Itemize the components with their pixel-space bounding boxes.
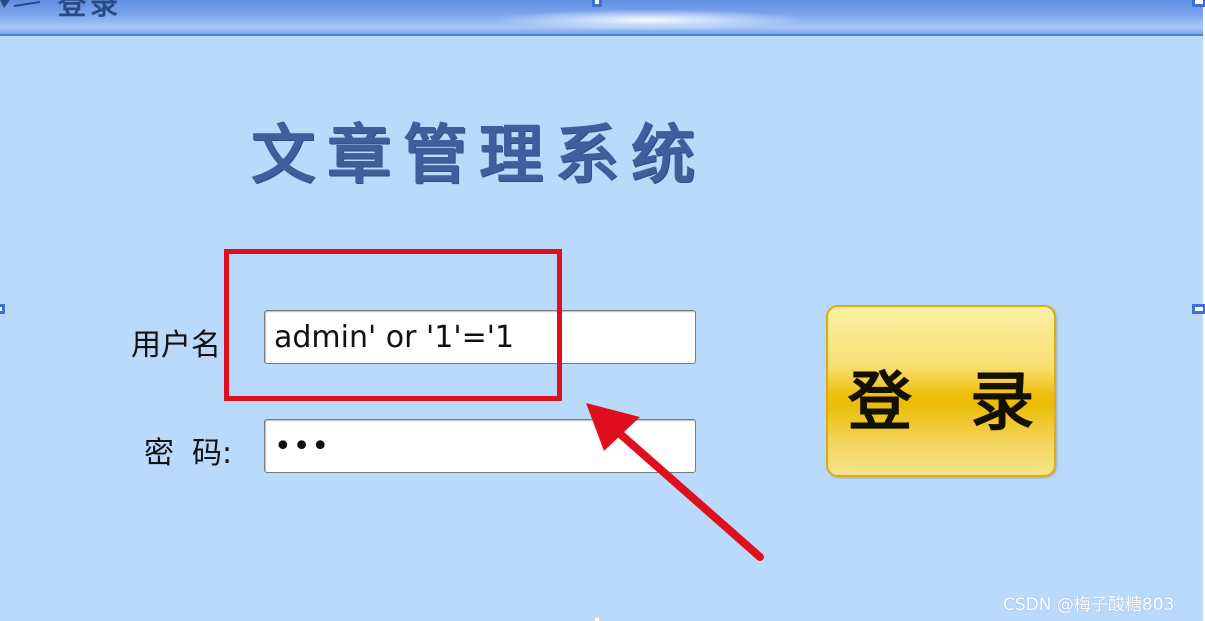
resize-handle-top[interactable]	[592, 0, 602, 7]
resize-handle-top-right[interactable]	[1192, 0, 1205, 7]
screenshot: 登录 文章管理系统 用户名: 密码: 登 录 CSDN @梅子酸糖803	[0, 0, 1205, 621]
resize-handle-right[interactable]	[1192, 304, 1205, 314]
red-highlight-box	[224, 249, 562, 401]
titlebar-glow	[500, 10, 800, 30]
resize-handle-left[interactable]	[0, 304, 5, 314]
app-title: 文章管理系统	[251, 118, 707, 193]
password-label-part-1: 密	[144, 436, 174, 471]
red-arrow-icon	[586, 403, 764, 561]
csdn-watermark: CSDN @梅子酸糖803	[1003, 595, 1175, 615]
login-button-label: 登 录	[847, 365, 1053, 440]
username-label: 用户名:	[131, 328, 232, 363]
window-title: 登录	[58, 0, 123, 21]
login-button[interactable]: 登 录	[826, 305, 1056, 477]
titlebar-arrow-icon	[0, 0, 40, 8]
password-label-part-2: 码:	[192, 436, 233, 471]
password-label: 密码:	[144, 428, 232, 472]
resize-handle-bottom[interactable]	[592, 615, 602, 621]
